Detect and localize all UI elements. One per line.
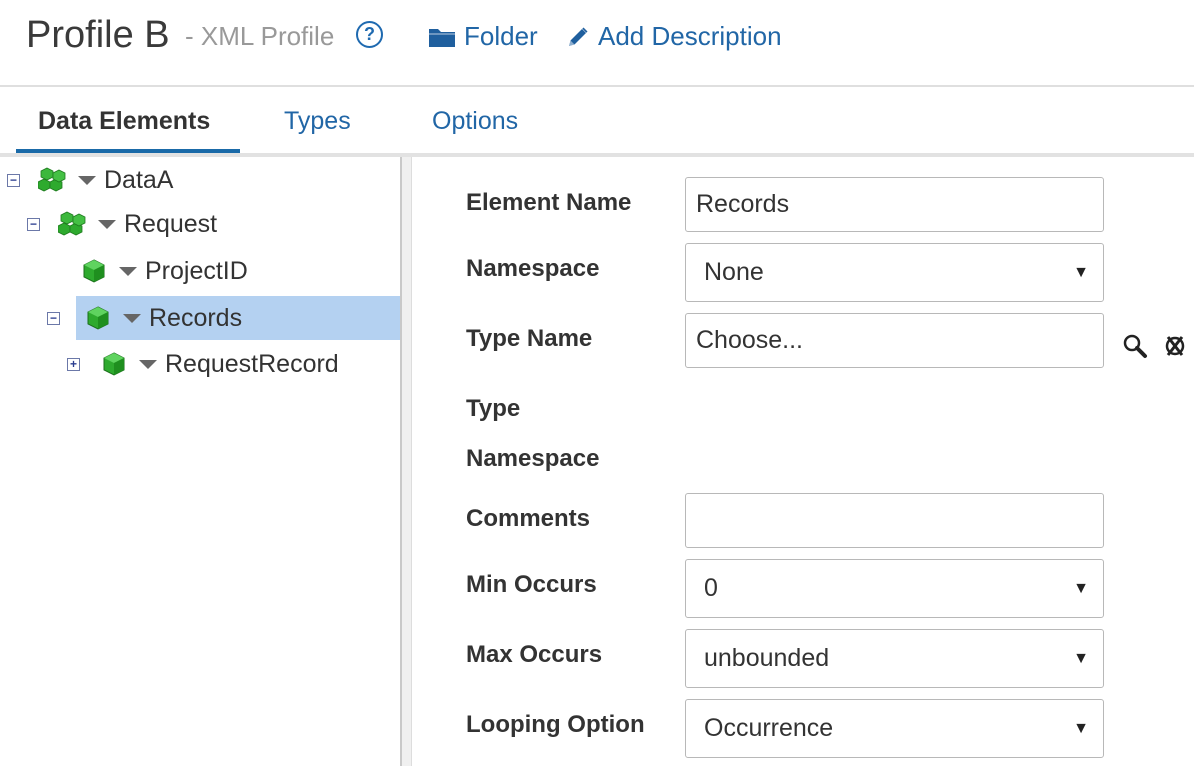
dropdown-arrow-icon: ▼	[1073, 649, 1089, 667]
comments-input[interactable]	[685, 493, 1104, 548]
max-occurs-select[interactable]: unbounded ▼	[685, 629, 1104, 688]
comments-label: Comments	[466, 505, 591, 532]
type-name-value: Choose...	[696, 326, 804, 354]
dropdown-arrow-icon: ▼	[1073, 263, 1089, 281]
dropdown-arrow-icon: ▼	[1073, 579, 1089, 597]
expand-toggle-icon[interactable]: +	[67, 357, 80, 371]
folder-icon	[429, 28, 455, 47]
tab-types[interactable]: Types	[284, 107, 351, 136]
tree-node-request[interactable]: − Request	[24, 203, 394, 245]
element-group-icon	[38, 167, 66, 192]
tree-node-projectid[interactable]: ProjectID	[80, 250, 394, 292]
caret-down-icon[interactable]	[119, 266, 137, 276]
add-description-label: Add Description	[598, 21, 782, 51]
max-occurs-label: Max Occurs	[466, 641, 603, 668]
tree-node-records[interactable]: − Records	[44, 296, 410, 340]
page-subtitle: - XML Profile	[185, 21, 335, 51]
search-icon[interactable]	[1122, 333, 1148, 359]
page-title: Profile B	[26, 14, 170, 56]
looping-option-value: Occurrence	[704, 714, 834, 742]
type-name-input[interactable]: Choose...	[685, 313, 1104, 368]
tree-node-requestrecord[interactable]: + RequestRecord	[64, 343, 394, 385]
namespace-select[interactable]: None ▼	[685, 243, 1104, 302]
min-occurs-select[interactable]: 0 ▼	[685, 559, 1104, 618]
help-icon[interactable]: ?	[356, 21, 383, 48]
tree-node-dataa[interactable]: − DataA	[4, 159, 394, 201]
min-occurs-value: 0	[704, 574, 718, 602]
caret-down-icon[interactable]	[78, 175, 96, 185]
tree-node-label: Request	[124, 209, 218, 238]
min-occurs-label: Min Occurs	[466, 571, 597, 598]
caret-down-icon[interactable]	[98, 219, 116, 229]
element-name-label: Element Name	[466, 189, 632, 216]
element-icon	[87, 306, 109, 330]
type-name-label: Type Name	[466, 325, 593, 352]
collapse-toggle-icon[interactable]: −	[27, 217, 40, 231]
namespace-value: None	[704, 258, 764, 286]
caret-down-icon[interactable]	[123, 313, 141, 323]
header-divider	[0, 85, 1194, 87]
element-name-value: Records	[696, 190, 790, 218]
tree-node-label: Records	[149, 303, 243, 332]
add-description-link[interactable]: Add Description	[566, 21, 782, 52]
folder-link[interactable]: Folder	[428, 21, 538, 52]
selected-node-highlight[interactable]: Records	[76, 296, 410, 340]
looping-option-select[interactable]: Occurrence ▼	[685, 699, 1104, 758]
looping-option-label: Looping Option	[466, 711, 645, 738]
pencil-icon	[569, 27, 588, 46]
element-name-input[interactable]: Records	[685, 177, 1104, 232]
collapse-toggle-icon[interactable]: −	[7, 173, 20, 187]
element-icon	[103, 352, 125, 376]
tree-node-label: ProjectID	[145, 256, 248, 285]
element-icon	[83, 259, 105, 283]
folder-link-label: Folder	[464, 21, 538, 51]
tree-node-label: DataA	[104, 165, 174, 194]
tab-data-elements[interactable]: Data Elements	[38, 107, 210, 136]
type-namespace-label-line1: Type	[466, 395, 521, 422]
tab-divider	[0, 153, 1194, 157]
max-occurs-value: unbounded	[704, 644, 830, 672]
tree-node-label: RequestRecord	[165, 349, 339, 378]
dropdown-arrow-icon: ▼	[1073, 719, 1089, 737]
caret-down-icon[interactable]	[139, 359, 157, 369]
collapse-toggle-icon[interactable]: −	[47, 311, 60, 325]
panel-splitter[interactable]	[400, 157, 412, 766]
clear-type-icon[interactable]	[1162, 333, 1190, 359]
namespace-label: Namespace	[466, 255, 600, 282]
element-group-icon	[58, 211, 86, 236]
tab-options[interactable]: Options	[432, 107, 518, 136]
type-namespace-label-line2: Namespace	[466, 445, 600, 472]
